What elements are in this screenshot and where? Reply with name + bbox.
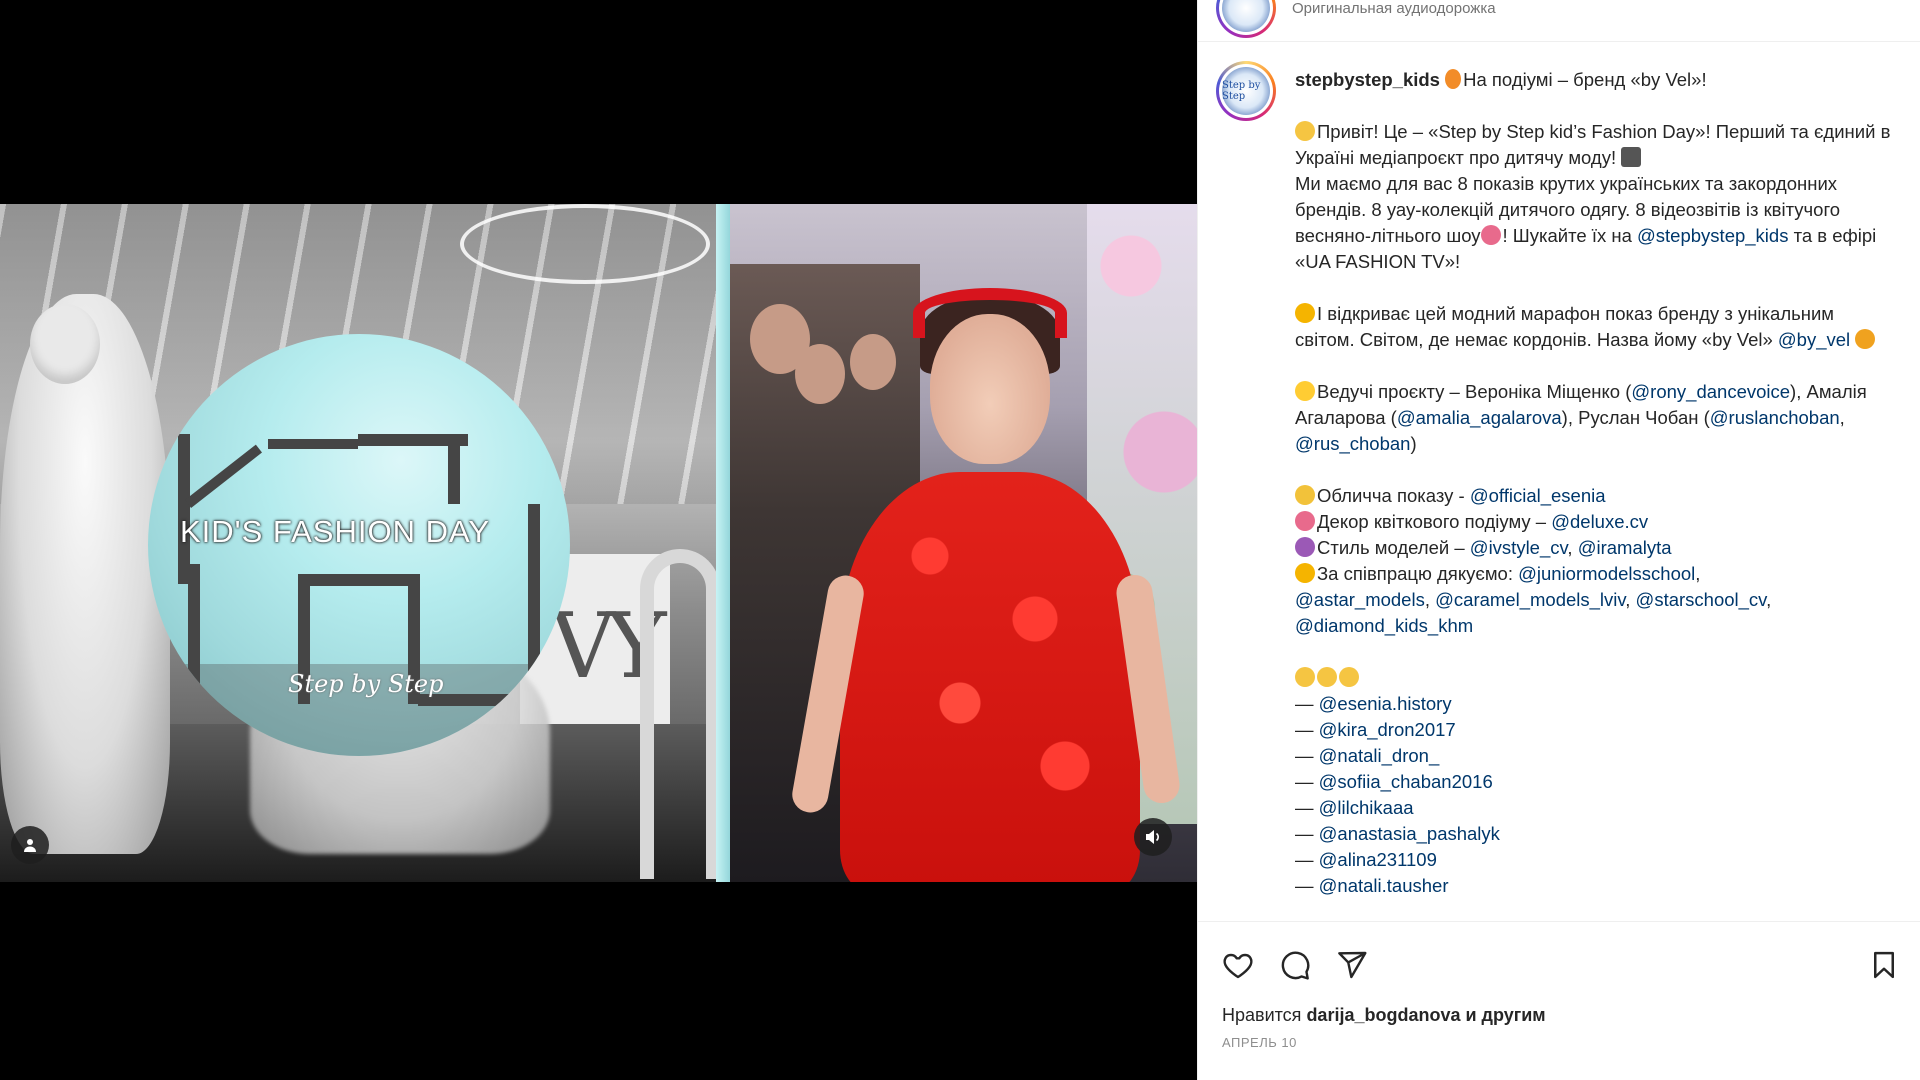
mention-link[interactable]: @stepbystep_kids xyxy=(1637,225,1788,246)
post-sidebar: Оригинальная аудиодорожка Step by Step s… xyxy=(1197,0,1920,1080)
video-frame[interactable]: VY KID'S FASHION DAY Step by Step xyxy=(0,204,1197,882)
flower-icon xyxy=(1480,225,1501,245)
kfd-logo: KID'S FASHION DAY Step by Step xyxy=(148,334,570,756)
flower-icon xyxy=(1295,511,1315,531)
flower-crown xyxy=(913,288,1067,338)
yellow-heart-icon xyxy=(1295,303,1315,323)
mention-link[interactable]: @kira_dron2017 xyxy=(1319,719,1456,740)
post-actions: Нравится darija_bogdanova и другим АПРЕЛ… xyxy=(1198,921,1920,1080)
sparkle-icon xyxy=(1317,667,1337,687)
bookmark-icon[interactable] xyxy=(1864,945,1904,985)
mention-link[interactable]: @deluxe.cv xyxy=(1551,511,1648,532)
mention-link[interactable]: @rony_dancevoice xyxy=(1631,381,1790,402)
liker-username[interactable]: darija_bogdanova xyxy=(1306,1005,1460,1025)
user-tag-icon[interactable] xyxy=(11,826,49,864)
post-media[interactable]: VY KID'S FASHION DAY Step by Step xyxy=(0,0,1197,1080)
star-icon xyxy=(1295,381,1315,401)
audio-track-label[interactable]: Оригинальная аудиодорожка xyxy=(1292,0,1496,17)
mention-link[interactable]: @caramel_models_lviv xyxy=(1435,589,1625,610)
camera-icon xyxy=(1621,147,1642,167)
person-tipping-hand-icon xyxy=(1295,537,1315,557)
share-icon[interactable] xyxy=(1332,945,1372,985)
fire-icon xyxy=(1445,69,1462,89)
mention-link[interactable]: @diamond_kids_khm xyxy=(1295,615,1473,636)
audio-header: Оригинальная аудиодорожка xyxy=(1198,0,1920,42)
mention-link[interactable]: @natali.tausher xyxy=(1319,875,1449,896)
mention-link[interactable]: @ruslanchoban xyxy=(1710,407,1840,428)
mention-link[interactable]: @amalia_agalarova xyxy=(1397,407,1562,428)
yellow-heart-icon xyxy=(1295,563,1315,583)
runway-right-scene xyxy=(730,204,1197,882)
logo-subtitle: Step by Step xyxy=(288,670,444,698)
mention-link[interactable]: @starschool_cv xyxy=(1636,589,1767,610)
likes-summary: Нравится darija_bogdanova и другим xyxy=(1222,1005,1546,1025)
mention-link[interactable]: @lilchikaaa xyxy=(1319,797,1414,818)
model-white-dress xyxy=(0,294,170,854)
mention-link[interactable]: @astar_models xyxy=(1295,589,1425,610)
smiling-face-icon xyxy=(1295,485,1315,505)
mention-link[interactable]: @rus_choban xyxy=(1295,433,1410,454)
runway-left-scene: VY KID'S FASHION DAY Step by Step xyxy=(0,204,720,882)
mention-link[interactable]: @juniormodelsschool xyxy=(1518,563,1695,584)
logo-title: KID'S FASHION DAY xyxy=(180,514,491,549)
mention-link[interactable]: @esenia.history xyxy=(1319,693,1452,714)
mention-link[interactable]: @natali_dron_ xyxy=(1319,745,1440,766)
mention-link[interactable]: @alina231109 xyxy=(1319,849,1437,870)
mention-link[interactable]: @by_vel xyxy=(1778,329,1850,350)
star-eyes-icon xyxy=(1855,329,1876,349)
mention-link[interactable]: @ivstyle_cv xyxy=(1470,537,1568,558)
avatar[interactable] xyxy=(1216,0,1276,38)
mention-link[interactable]: @iramalyta xyxy=(1578,537,1672,558)
ceiling-ring xyxy=(460,204,710,284)
sparkle-icon xyxy=(1339,667,1359,687)
volume-icon[interactable] xyxy=(1134,818,1172,856)
caption-username[interactable]: stepbystep_kids xyxy=(1295,69,1440,90)
caption-scroll[interactable]: Step by Step stepbystep_kids На подіумі … xyxy=(1198,43,1920,921)
mention-link[interactable]: @sofiia_chaban2016 xyxy=(1319,771,1493,792)
waving-hand-icon xyxy=(1295,121,1315,141)
mention-link[interactable]: @official_esenia xyxy=(1470,485,1606,506)
post-caption: stepbystep_kids На подіумі – бренд «by V… xyxy=(1295,69,1891,896)
mention-link[interactable]: @anastasia_pashalyk xyxy=(1319,823,1500,844)
avatar[interactable]: Step by Step xyxy=(1216,61,1276,121)
post-date[interactable]: АПРЕЛЬ 10 xyxy=(1222,1035,1297,1050)
sparkle-icon xyxy=(1295,667,1315,687)
split-divider xyxy=(716,204,730,882)
heart-icon[interactable] xyxy=(1218,945,1258,985)
comment-icon[interactable] xyxy=(1275,945,1315,985)
red-dress xyxy=(840,472,1140,882)
